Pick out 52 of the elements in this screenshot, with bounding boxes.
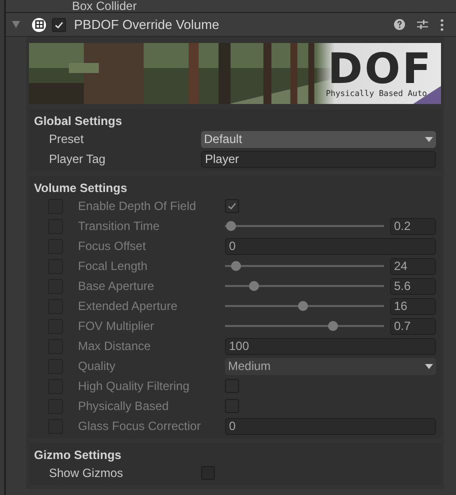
field-label: Focal Length — [78, 258, 148, 275]
slider[interactable] — [225, 300, 384, 312]
slider[interactable] — [225, 260, 384, 272]
field-label: FOV Multiplier — [78, 318, 156, 335]
help-icon[interactable] — [394, 19, 405, 30]
settings-sliders-icon[interactable] — [417, 19, 428, 30]
section-heading: Gizmo Settings — [33, 447, 122, 463]
number-field[interactable]: 0.2 — [390, 218, 436, 234]
field-label: Quality — [78, 358, 116, 375]
dropdown-arrow-icon — [425, 364, 433, 368]
component-title: Box Collider — [71, 0, 137, 12]
slider-thumb[interactable] — [328, 321, 338, 331]
enable-checkbox[interactable] — [52, 18, 66, 32]
field-label: Show Gizmos — [49, 465, 124, 482]
field-label: Transition Time — [78, 218, 161, 235]
field-label: Glass Focus Correctior — [78, 418, 202, 435]
number-field[interactable]: 24 — [390, 258, 436, 274]
field-label: Max Distance — [78, 338, 152, 355]
checkbox[interactable] — [225, 199, 239, 213]
text-field[interactable]: 0 — [225, 238, 436, 254]
number-field[interactable]: 5.6 — [390, 278, 436, 294]
more-menu-icon[interactable] — [440, 18, 444, 30]
number-field[interactable]: 0.7 — [390, 318, 436, 334]
checkmark-icon — [226, 200, 238, 212]
field-label: Physically Based — [78, 398, 170, 415]
slider[interactable] — [225, 220, 384, 232]
text-field[interactable]: 0 — [225, 418, 436, 434]
number-field[interactable]: 16 — [390, 298, 436, 314]
field-label: Player Tag — [49, 151, 106, 168]
component-title: PBDOF Override Volume — [74, 16, 220, 34]
section-heading: Global Settings — [33, 113, 124, 129]
field-label: Base Aperture — [78, 278, 156, 295]
slider[interactable] — [225, 320, 384, 332]
field-label: Enable Depth Of Field — [78, 198, 198, 215]
slider-thumb[interactable] — [248, 281, 259, 291]
field-label: Preset — [49, 131, 85, 148]
foldout-arrow-icon[interactable] — [12, 21, 20, 28]
logo-subtitle: Physically Based Auto — [326, 88, 428, 98]
text-field[interactable]: Player — [201, 150, 436, 168]
dropdown[interactable]: Medium — [225, 358, 436, 374]
dropdown[interactable]: Default — [201, 130, 436, 148]
dropdown-arrow-icon — [425, 136, 433, 142]
slider-thumb[interactable] — [298, 301, 308, 311]
text-field[interactable]: 100 — [225, 338, 436, 354]
slider[interactable] — [225, 280, 384, 292]
field-label: High Quality Filtering — [78, 378, 190, 395]
section-heading: Volume Settings — [33, 180, 128, 196]
slider-thumb[interactable] — [231, 261, 242, 271]
field-label: Extended Aperture — [78, 298, 178, 315]
logo-title: DOF — [328, 48, 433, 88]
slider-thumb[interactable] — [226, 221, 236, 231]
field-label: Focus Offset — [78, 238, 147, 255]
